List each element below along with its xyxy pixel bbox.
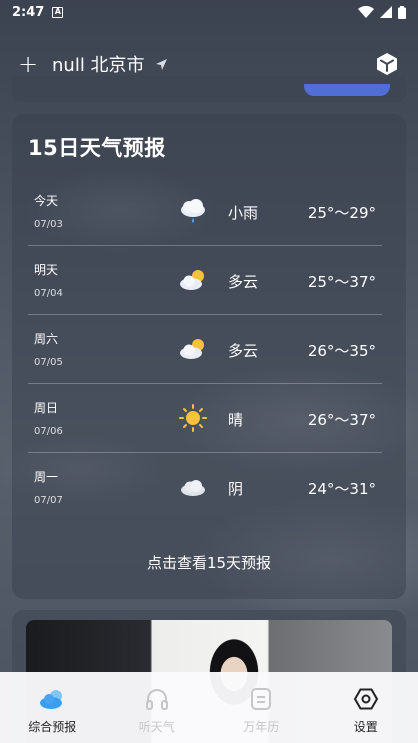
status-time: 2:47 — [12, 4, 45, 20]
day-temperature: 25°～29° — [307, 204, 376, 222]
nav-item-listen[interactable]: 听天气 — [105, 672, 210, 743]
cloudy-icon — [181, 480, 205, 496]
day-date: 07/07 — [34, 495, 63, 506]
day-condition: 多云 — [228, 342, 259, 360]
battery-icon — [398, 5, 406, 19]
wifi-icon — [358, 6, 374, 18]
day-temperature: 24°～31° — [307, 480, 376, 498]
day-condition: 小雨 — [228, 204, 259, 222]
partly-cloudy-icon — [180, 270, 204, 290]
day-date: 07/04 — [34, 288, 63, 299]
nav-label: 听天气 — [138, 720, 175, 734]
day-name: 周一 — [34, 470, 59, 484]
day-date: 07/05 — [34, 357, 63, 368]
day-condition: 多云 — [228, 273, 259, 291]
location-arrow-icon — [155, 58, 167, 70]
day-condition: 阴 — [228, 480, 244, 498]
nav-item-settings[interactable]: 设置 — [314, 672, 418, 743]
nav-item-forecast[interactable]: 综合预报 — [0, 672, 105, 743]
row-divider — [28, 383, 382, 384]
bottom-nav: 综合预报 听天气 万年历 设置 — [0, 672, 418, 743]
sunny-icon — [179, 404, 207, 432]
day-name: 今天 — [34, 194, 59, 208]
status-bar: 2:47 A — [0, 0, 418, 24]
forecast-day-row[interactable]: 周日 07/06 晴 26°～37° — [28, 385, 382, 453]
settings-hexagon-icon — [353, 688, 378, 710]
row-divider — [28, 245, 382, 246]
nav-label: 万年历 — [243, 720, 280, 734]
city-name[interactable]: null 北京市 — [52, 51, 145, 77]
nav-item-calendar[interactable]: 万年历 — [209, 672, 314, 743]
add-city-button[interactable]: + — [18, 52, 42, 76]
previous-card-edge — [12, 76, 406, 102]
forecast-day-row[interactable]: 周一 07/07 阴 24°～31° — [28, 454, 382, 522]
forecast-card: 15日天气预报 今天 07/03 小雨 25°～29° 明天 07/04 多云 … — [12, 114, 406, 599]
day-date: 07/06 — [34, 426, 63, 437]
view-15-day-forecast-link[interactable]: 点击查看15天预报 — [12, 552, 406, 573]
row-divider — [28, 314, 382, 315]
calendar-icon — [251, 688, 272, 710]
partly-cloudy-icon — [180, 339, 204, 359]
day-temperature: 26°～35° — [307, 342, 376, 360]
day-name: 周日 — [34, 401, 59, 415]
nav-label: 设置 — [353, 720, 378, 734]
day-condition: 晴 — [228, 411, 244, 429]
forecast-day-row[interactable]: 明天 07/04 多云 25°～37° — [28, 247, 382, 315]
forecast-day-row[interactable]: 周六 07/05 多云 26°～35° — [28, 316, 382, 384]
nav-label: 综合预报 — [28, 720, 77, 734]
headphones-icon — [145, 689, 168, 710]
day-date: 07/03 — [34, 219, 63, 230]
light-rain-icon — [181, 199, 205, 223]
cube-icon[interactable] — [374, 51, 400, 77]
forecast-day-row[interactable]: 今天 07/03 小雨 25°～29° — [28, 178, 382, 246]
previous-card-button[interactable] — [304, 84, 390, 96]
day-temperature: 26°～37° — [307, 411, 376, 429]
signal-icon — [380, 6, 392, 18]
cloud-weather-icon — [40, 690, 63, 709]
day-temperature: 25°～37° — [307, 273, 376, 291]
day-name: 周六 — [34, 332, 59, 346]
notification-a-icon: A — [52, 6, 64, 18]
day-name: 明天 — [34, 263, 59, 277]
forecast-title: 15日天气预报 — [28, 136, 166, 160]
row-divider — [28, 452, 382, 453]
